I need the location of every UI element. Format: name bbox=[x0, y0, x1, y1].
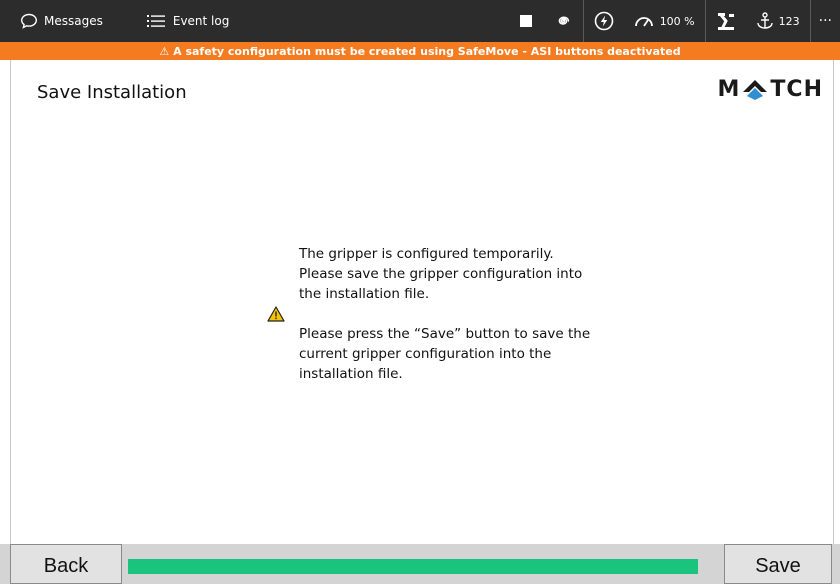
more-icon: ··· bbox=[818, 13, 832, 29]
back-button[interactable]: Back bbox=[10, 544, 122, 584]
message-paragraph-1: The gripper is configured temporarily. P… bbox=[299, 246, 583, 302]
motors-on-button[interactable] bbox=[584, 0, 624, 42]
messages-button[interactable]: Messages bbox=[0, 0, 103, 42]
lightning-icon bbox=[594, 11, 613, 31]
anchor-icon bbox=[756, 12, 773, 29]
robot-button[interactable] bbox=[706, 0, 746, 42]
banner-text: ⚠ A safety configuration must be created… bbox=[159, 44, 681, 58]
safety-warning-banner: ⚠ A safety configuration must be created… bbox=[0, 42, 840, 60]
cycle-mode-button[interactable] bbox=[543, 0, 583, 42]
logo-mark-icon bbox=[741, 78, 769, 102]
more-button[interactable]: ··· bbox=[811, 0, 840, 42]
message-paragraph-2: Please press the “Save” button to save t… bbox=[299, 326, 591, 382]
messages-label: Messages bbox=[44, 14, 103, 28]
progress-fill bbox=[128, 559, 698, 574]
robot-arm-icon bbox=[717, 13, 734, 30]
gripper-message: The gripper is configured temporarily. P… bbox=[299, 244, 599, 384]
event-log-label: Event log bbox=[172, 14, 230, 28]
progress-bar bbox=[128, 559, 698, 574]
io-value: 123 bbox=[778, 14, 800, 28]
spiral-icon bbox=[558, 16, 569, 25]
stop-button[interactable] bbox=[509, 0, 543, 42]
logo-text-left: M bbox=[717, 77, 741, 102]
list-icon bbox=[146, 15, 165, 27]
logo-text-right: TCH bbox=[770, 77, 823, 102]
warning-icon bbox=[267, 306, 285, 326]
top-toolbar: Messages Event log 100 % 123 ··· bbox=[0, 0, 840, 42]
io-button[interactable]: 123 bbox=[746, 0, 810, 42]
speed-button[interactable]: 100 % bbox=[624, 0, 705, 42]
save-button[interactable]: Save bbox=[724, 544, 832, 584]
page-title: Save Installation bbox=[37, 82, 187, 103]
speed-value: 100 % bbox=[659, 14, 695, 28]
event-log-button[interactable]: Event log bbox=[146, 0, 230, 42]
speech-bubble-icon bbox=[20, 13, 38, 29]
stop-icon bbox=[519, 15, 532, 27]
match-logo: M TCH bbox=[718, 77, 823, 102]
speedometer-icon bbox=[634, 17, 653, 27]
main-content: Save Installation M TCH The gripper is c… bbox=[10, 60, 834, 544]
footer-bar: Back Save bbox=[0, 544, 840, 584]
